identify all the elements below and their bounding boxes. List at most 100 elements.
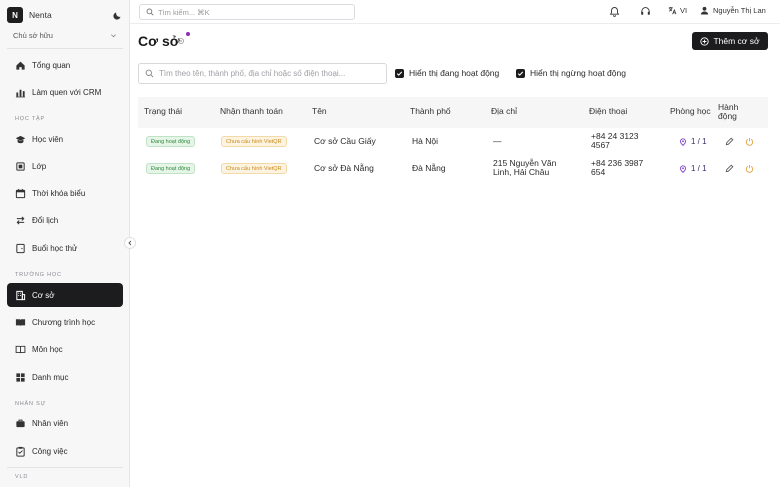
sidebar-item-label: Lớp (32, 161, 47, 171)
power-icon[interactable] (745, 164, 754, 173)
column-header-city[interactable]: Thành phố (410, 107, 451, 116)
brand[interactable]: N Nenta (7, 6, 123, 24)
table-row[interactable]: Đang hoạt động Chưa cấu hình VietQR Cơ s… (138, 128, 768, 154)
sidebar-item-employees[interactable]: Nhân viên (7, 411, 123, 435)
sidebar-footer-label: VLD (15, 474, 29, 480)
graduation-cap-icon (15, 134, 26, 145)
facility-address: — (493, 136, 502, 146)
table-row[interactable]: Đang hoạt động Chưa cấu hình VietQR Cơ s… (138, 155, 768, 181)
sidebar-item-label: Nhân viên (32, 418, 69, 428)
sidebar-item-label: Danh mục (32, 372, 69, 382)
status-badge: Đang hoạt động (146, 163, 196, 174)
map-pin-icon (680, 164, 686, 173)
moon-icon[interactable] (113, 10, 123, 20)
sidebar-item-label: Đổi lịch (32, 215, 59, 225)
facility-city: Hà Nội (412, 136, 438, 146)
search-icon (145, 69, 154, 78)
notification-dot (186, 32, 190, 36)
rooms-count[interactable]: 1 / 1 (679, 137, 707, 146)
sidebar-item-label: Môn học (32, 344, 63, 354)
sidebar-item-overview[interactable]: Tổng quan (7, 53, 123, 77)
show-active-checkbox[interactable]: Hiển thị đang hoạt động (395, 68, 499, 78)
swap-icon (15, 215, 26, 226)
topbar: Tìm kiếm... ⌘K VI Nguyễn Thị Lan (130, 0, 780, 24)
show-inactive-checkbox[interactable]: Hiển thị ngừng hoạt động (516, 68, 626, 78)
chevron-left-icon (128, 240, 132, 246)
checkbox-checked-icon (516, 68, 525, 78)
user-name: Nguyễn Thị Lan (713, 6, 766, 15)
sidebar-item-label: Công việc (32, 446, 68, 456)
sidebar-item-classes[interactable]: Lớp (7, 154, 123, 178)
sidebar-collapse-button[interactable] (124, 237, 136, 249)
sidebar-divider (7, 48, 123, 49)
door-icon (15, 243, 26, 254)
status-badge: Đang hoạt động (146, 136, 196, 147)
column-header-status[interactable]: Trạng thái (144, 107, 182, 116)
column-header-phone[interactable]: Điện thoại (589, 107, 627, 116)
facility-name[interactable]: Cơ sở Đà Nẵng (314, 164, 374, 173)
edit-icon[interactable] (725, 137, 734, 146)
column-header-address[interactable]: Địa chỉ (491, 107, 517, 116)
sidebar-item-programs[interactable]: Chương trình học (7, 310, 123, 334)
column-header-rooms[interactable]: Phòng học (670, 107, 711, 116)
role-select[interactable]: Chủ sở hữu (7, 28, 123, 42)
translate-icon (668, 7, 677, 15)
checkbox-checked-icon (395, 68, 404, 78)
table-header: Trạng thái Nhận thanh toán Tên Thành phố… (138, 97, 768, 128)
bell-icon[interactable] (609, 6, 620, 17)
sidebar-item-students[interactable]: Học viên (7, 127, 123, 151)
user-menu[interactable]: Nguyễn Thị Lan (700, 6, 766, 15)
sidebar-item-label: Thời khóa biểu (32, 188, 86, 198)
facility-search-input[interactable]: Tìm theo tên, thành phố, địa chỉ hoặc số… (138, 63, 387, 84)
settings-icon[interactable] (177, 37, 185, 45)
edit-icon[interactable] (725, 164, 734, 173)
sidebar-divider (7, 467, 123, 468)
show-active-label: Hiển thị đang hoạt động (409, 68, 500, 78)
sidebar-item-crm-onboarding[interactable]: Làm quen với CRM (7, 80, 123, 104)
sidebar-item-label: Chương trình học (32, 317, 96, 327)
show-inactive-label: Hiển thị ngừng hoạt động (530, 68, 626, 78)
layers-icon (15, 161, 26, 172)
brand-name: Nenta (29, 10, 52, 20)
language-switcher[interactable]: VI (668, 6, 687, 15)
briefcase-icon (15, 418, 26, 429)
rooms-count[interactable]: 1 / 1 (679, 164, 707, 173)
facility-name[interactable]: Cơ sở Cầu Giấy (314, 137, 376, 146)
section-label-school: TRƯỜNG HỌC (15, 272, 62, 278)
headset-icon[interactable] (640, 6, 651, 17)
rooms-count-value: 1 / 1 (691, 164, 707, 173)
map-pin-icon (680, 137, 686, 146)
sidebar-item-label: Tổng quan (32, 60, 71, 70)
chevron-down-icon (111, 33, 116, 37)
sidebar-item-label: Buổi học thử (32, 243, 78, 253)
calendar-icon (15, 188, 26, 199)
open-book-icon (15, 344, 26, 355)
chart-icon (15, 87, 26, 98)
plus-circle-icon (700, 36, 710, 46)
language-label: VI (680, 6, 688, 15)
sidebar-item-subjects[interactable]: Môn học (7, 337, 123, 361)
sidebar-item-facilities[interactable]: Cơ sở (7, 283, 123, 307)
page-title: Cơ sở (138, 33, 180, 49)
global-search-input[interactable]: Tìm kiếm... ⌘K (139, 4, 355, 20)
column-header-payment[interactable]: Nhận thanh toán (220, 107, 283, 116)
add-facility-button[interactable]: Thêm cơ sở (692, 32, 768, 50)
sidebar-item-catalog[interactable]: Danh mục (7, 365, 123, 389)
column-header-name[interactable]: Tên (312, 107, 327, 116)
clipboard-icon (15, 446, 26, 457)
sidebar-item-tasks[interactable]: Công việc (7, 439, 123, 463)
user-icon (700, 6, 709, 15)
home-icon (15, 60, 26, 71)
power-icon[interactable] (745, 137, 754, 146)
book-icon (15, 317, 26, 328)
section-label-learning: HỌC TẬP (15, 116, 45, 122)
column-header-actions: Hành động (718, 102, 739, 121)
search-icon (146, 8, 154, 16)
sidebar-item-label: Cơ sở (32, 290, 55, 300)
payment-badge: Chưa cấu hình VietQR (221, 163, 287, 174)
facility-city: Đà Nẵng (412, 163, 446, 173)
rooms-count-value: 1 / 1 (691, 137, 707, 146)
sidebar-item-reschedule[interactable]: Đổi lịch (7, 208, 123, 232)
sidebar-item-trial-lessons[interactable]: Buổi học thử (7, 236, 123, 260)
sidebar-item-schedule[interactable]: Thời khóa biểu (7, 181, 123, 205)
